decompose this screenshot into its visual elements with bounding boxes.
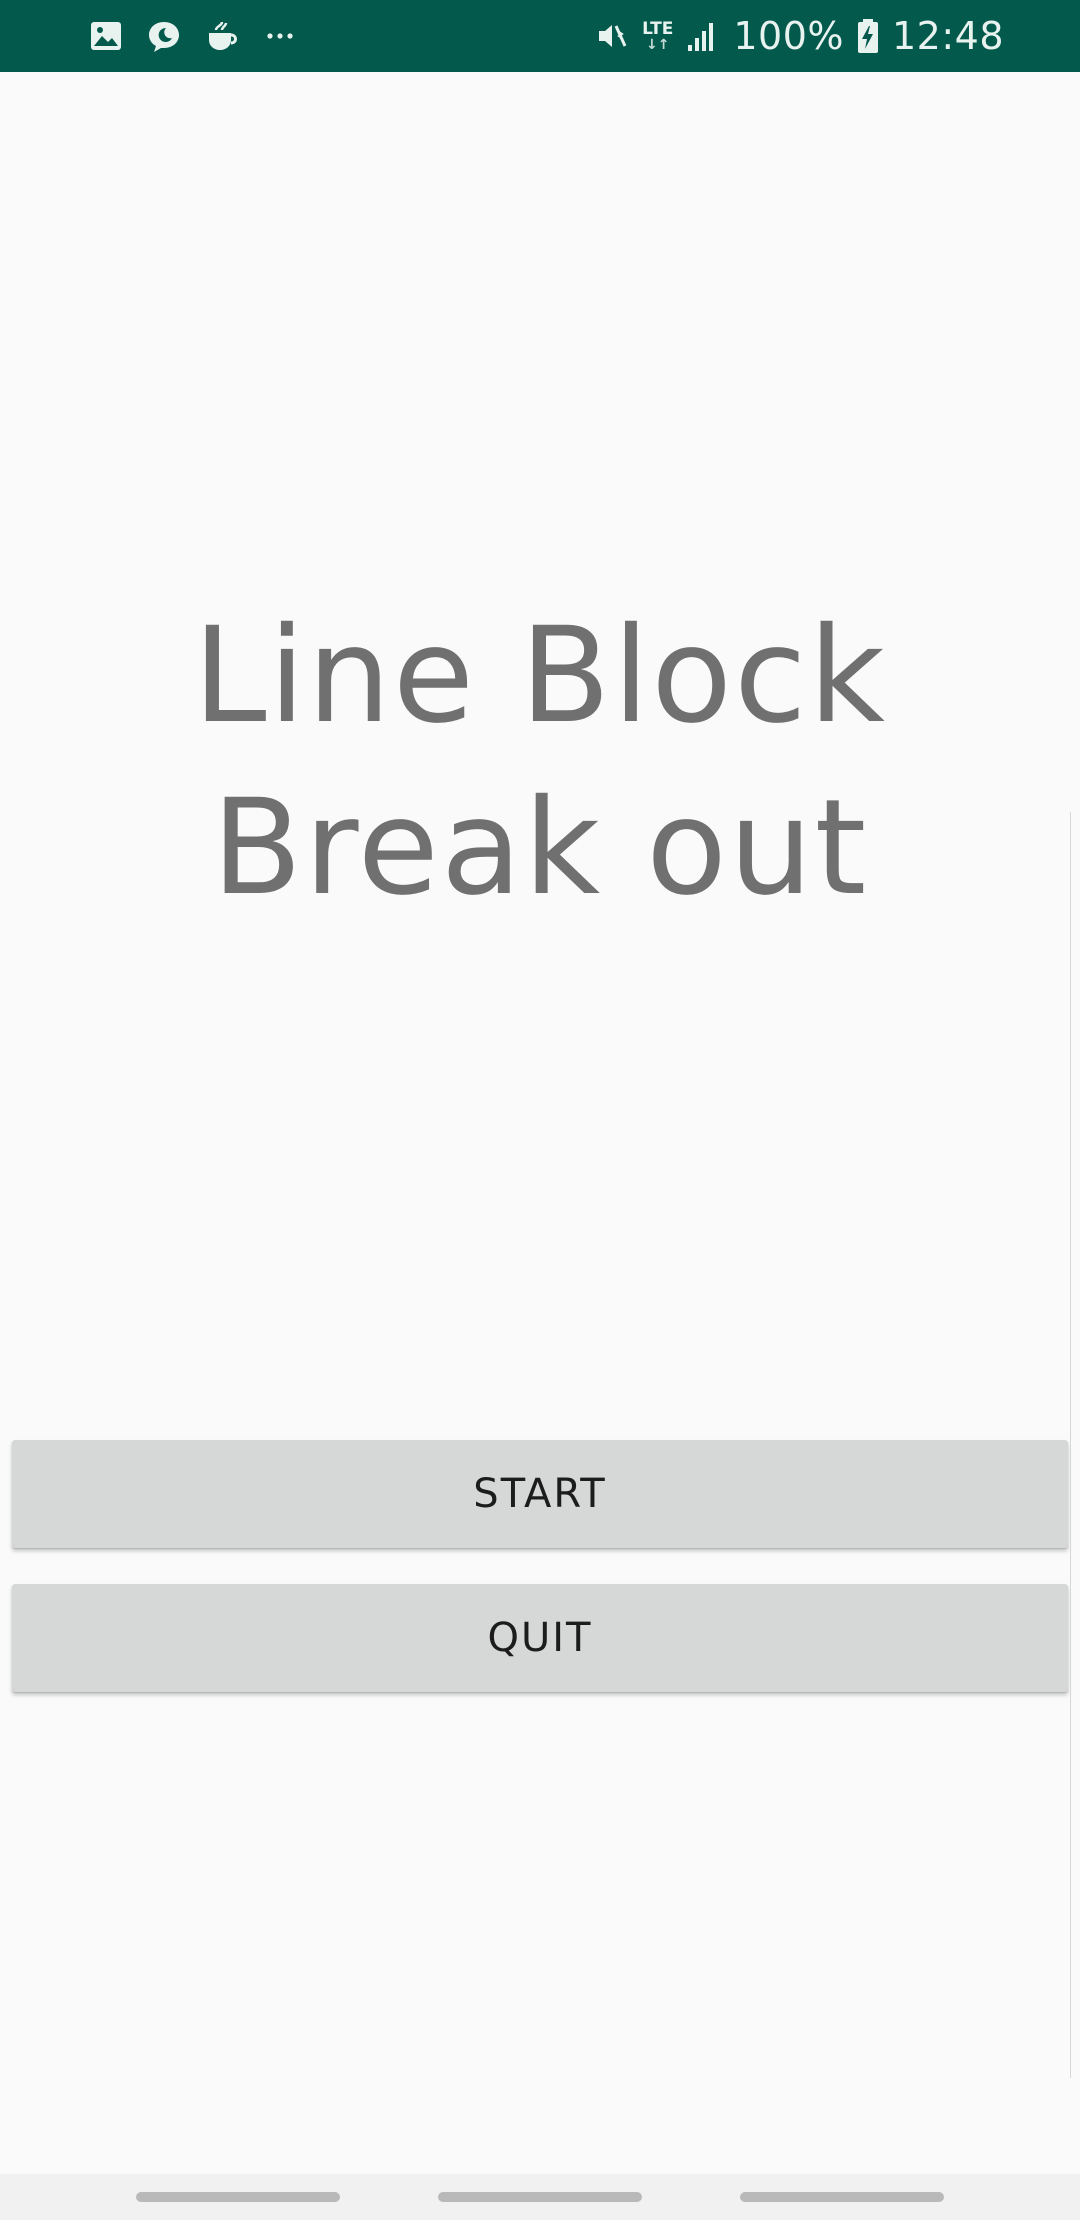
- coffee-cup-icon: [204, 18, 240, 54]
- game-title: Line Block Break out: [0, 590, 1080, 934]
- system-indicators: LTE ↓↑ 100% 12:48: [594, 10, 1004, 62]
- chat-bubble-icon: [146, 18, 182, 54]
- more-dots-icon: [262, 18, 298, 54]
- quit-button[interactable]: QUIT: [12, 1584, 1068, 1692]
- network-type: LTE ↓↑: [642, 20, 673, 52]
- nav-home-handle[interactable]: [438, 2192, 642, 2202]
- navigation-bar: [0, 2174, 1080, 2220]
- gallery-icon: [88, 18, 124, 54]
- signal-strength-icon: [685, 18, 721, 54]
- nav-recents-handle[interactable]: [136, 2192, 340, 2202]
- nav-back-handle[interactable]: [740, 2192, 944, 2202]
- data-arrows-icon: ↓↑: [645, 37, 670, 53]
- scrollbar[interactable]: [1070, 812, 1080, 2078]
- network-type-label: LTE: [642, 19, 674, 39]
- battery-percent: 100%: [733, 14, 844, 58]
- status-bar: LTE ↓↑ 100% 12:48: [0, 0, 1080, 72]
- start-button[interactable]: START: [12, 1440, 1068, 1548]
- vibrate-mute-icon: [594, 18, 630, 54]
- screen: LTE ↓↑ 100% 12:48 Line Block Break out S…: [0, 0, 1080, 2220]
- title-line-1: Line Block: [192, 599, 888, 753]
- title-line-2: Break out: [211, 771, 869, 925]
- clock: 12:48: [891, 14, 1004, 58]
- notification-icons: [88, 12, 298, 60]
- battery-charging-icon: [856, 18, 880, 54]
